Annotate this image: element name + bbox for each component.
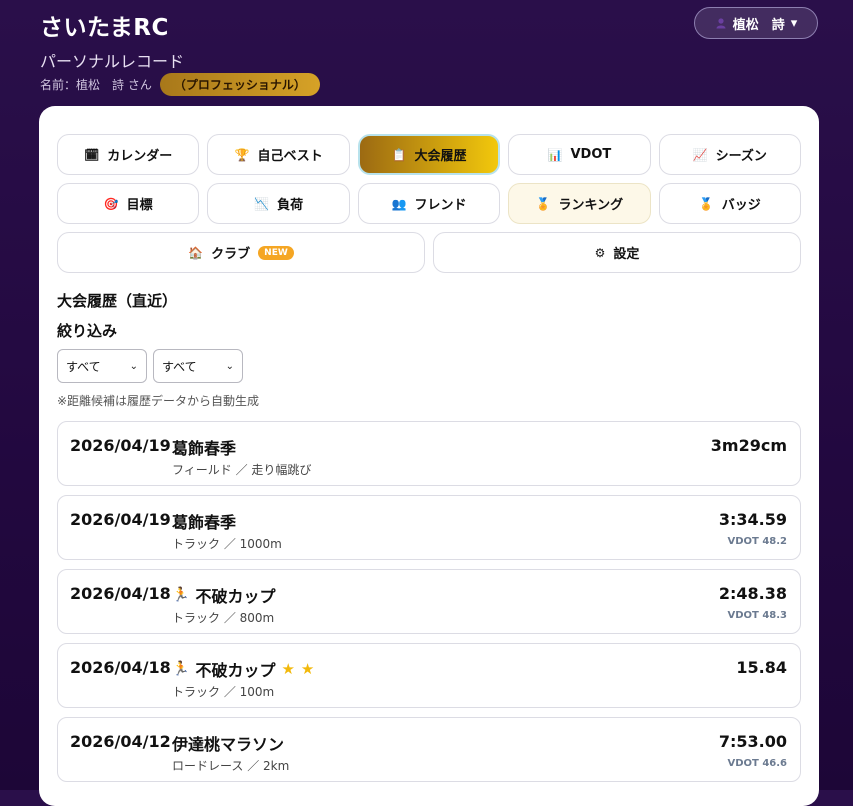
runner-icon: 🏃 <box>172 587 190 603</box>
clipboard-icon: 📋 <box>391 147 407 162</box>
tab-label: ランキング <box>558 198 624 213</box>
tab-settings[interactable]: ⚙ 設定 <box>433 232 801 273</box>
page-subtitle: パーソナルレコード <box>40 52 185 71</box>
tab-label: フレンド <box>414 198 467 213</box>
chevron-down-icon: ⌄ <box>129 360 138 372</box>
tab-5[interactable]: 🎯 目標 <box>57 183 200 224</box>
section-title: 大会履歴（直近） <box>57 292 178 310</box>
race-date: 2026/04/12 <box>70 732 171 751</box>
athlete-name: 名前：植松 詩 さん <box>40 77 152 92</box>
tab-club[interactable]: 🏠 クラブ NEW <box>57 232 425 273</box>
tab-row-2: 🏠 クラブ NEW ⚙ 設定 <box>57 232 801 273</box>
race-row[interactable]: 2026/04/18 🏃 不破カップトラック ／ 800m 2:48.38 VDOT 4… <box>57 569 801 634</box>
main-card: 🗓 カレンダー 🏆 自己ベスト 📋 大会履歴 📊 VDOT 📈 シーズン 🎯 目標 📉 負荷 👥 フレンド 🏅 ラ… <box>39 106 819 806</box>
category-filter-select[interactable]: すべて ⌄ <box>57 349 147 383</box>
race-category: トラック ／ 1000m <box>172 537 282 551</box>
race-name: 🏃 不破カップ <box>172 583 275 607</box>
tab-label: VDOT <box>570 147 612 162</box>
race-date: 2026/04/19 <box>70 436 171 455</box>
race-result: 15.84 <box>736 658 787 677</box>
rank-badge: （プロフェッショナル） <box>159 72 320 96</box>
tab-label: カレンダー <box>107 149 173 164</box>
race-category: フィールド ／ 走り幅跳び <box>172 463 312 477</box>
race-name: 🏃 不破カップ ★ ★ <box>172 657 314 681</box>
new-badge: NEW <box>258 245 294 260</box>
race-result: 2:48.38 <box>718 584 787 603</box>
race-name: 葛飾春季 <box>172 435 236 459</box>
house-icon: 🏠 <box>188 245 204 260</box>
race-vdot: VDOT 46.6 <box>727 758 787 769</box>
user-icon <box>716 18 726 29</box>
trend-down-icon: 📉 <box>254 196 270 211</box>
race-name: 葛飾春季 <box>172 509 236 533</box>
race-name-text: 不破カップ <box>195 587 276 606</box>
tab-6[interactable]: 📉 負荷 <box>207 183 350 224</box>
tab-label: 設定 <box>613 247 640 262</box>
race-result: 3m29cm <box>710 436 787 455</box>
race-date: 2026/04/18 <box>70 584 171 603</box>
race-row[interactable]: 2026/04/19 葛飾春季フィールド ／ 走り幅跳び 3m29cm <box>57 421 801 486</box>
race-vdot: VDOT 48.2 <box>727 536 787 547</box>
user-menu-button[interactable]: 植松 詩 ▾ <box>694 7 818 39</box>
filter-title: 絞り込み <box>57 322 118 340</box>
user-name: 植松 詩 <box>732 17 785 33</box>
race-name-text: 伊達桃マラソン <box>172 735 285 754</box>
tab-2[interactable]: 📋 大会履歴 <box>357 134 501 175</box>
race-category: ロードレース ／ 2km <box>172 759 290 773</box>
race-row[interactable]: 2026/04/12 伊達桃マラソンロードレース ／ 2km 7:53.00 VDOT… <box>57 717 801 782</box>
tab-label: シーズン <box>715 149 767 164</box>
trophy-icon: 🏆 <box>234 147 250 162</box>
trend-up-icon: 📈 <box>692 147 708 162</box>
tab-8[interactable]: 🏅 ランキング <box>508 183 651 224</box>
tab-label: 目標 <box>126 198 153 213</box>
race-row[interactable]: 2026/04/19 葛飾春季トラック ／ 1000m 3:34.59 VDOT 48… <box>57 495 801 560</box>
race-list: 2026/04/19 葛飾春季 フィールド ／ 走り幅跳び 3m29cm 2026/04… <box>57 421 801 782</box>
tab-4[interactable]: 📈 シーズン <box>658 134 801 175</box>
tab-3[interactable]: 📊 VDOT <box>508 134 651 175</box>
tab-label: クラブ <box>211 247 251 262</box>
athlete-info: 名前：植松 詩 さん （プロフェッショナル） <box>40 72 320 96</box>
tab-9[interactable]: 🏅 バッジ <box>658 183 801 224</box>
medal-icon: 🏅 <box>698 196 714 211</box>
tab-label: バッジ <box>721 198 761 213</box>
race-name-text: 不破カップ <box>195 661 276 680</box>
gear-icon: ⚙ <box>594 245 606 260</box>
tab-7[interactable]: 👥 フレンド <box>357 183 501 224</box>
race-date: 2026/04/18 <box>70 658 171 677</box>
tab-1[interactable]: 🏆 自己ベスト <box>207 134 350 175</box>
app-title: さいたまRC <box>40 15 169 41</box>
tab-0[interactable]: 🗓 カレンダー <box>57 134 200 175</box>
filters: すべて ⌄ すべて ⌄ <box>57 349 243 383</box>
star-icon: ★ <box>300 660 315 678</box>
race-date: 2026/04/19 <box>70 510 171 529</box>
race-category: トラック ／ 800m <box>172 611 275 625</box>
calendar-icon: 🗓 <box>84 147 100 162</box>
chevron-down-icon: ⌄ <box>225 360 234 372</box>
bar-chart-icon: 📊 <box>547 147 563 162</box>
tab-label: 大会履歴 <box>414 149 467 164</box>
chevron-down-icon: ▾ <box>790 15 798 31</box>
friends-icon: 👥 <box>391 196 407 211</box>
tab-grid: 🗓 カレンダー 🏆 自己ベスト 📋 大会履歴 📊 VDOT 📈 シーズン 🎯 目標 📉 負荷 👥 フレンド 🏅 ラ… <box>57 134 801 224</box>
category-filter-value: すべて <box>66 359 101 374</box>
distance-filter-value: すべて <box>162 359 197 374</box>
distance-filter-select[interactable]: すべて ⌄ <box>153 349 243 383</box>
race-name-text: 葛飾春季 <box>172 513 237 532</box>
race-name-text: 葛飾春季 <box>172 439 237 458</box>
race-name: 伊達桃マラソン <box>172 731 284 755</box>
runner-icon: 🏃 <box>172 661 190 677</box>
race-row[interactable]: 2026/04/18 🏃 不破カップ ★ ★ トラック ／ 100m 15.84 <box>57 643 801 708</box>
race-result: 7:53.00 <box>718 732 787 751</box>
filter-note: ※距離候補は履歴データから自動生成 <box>57 394 260 408</box>
target-icon: 🎯 <box>103 196 119 211</box>
race-result: 3:34.59 <box>718 510 787 529</box>
tab-label: 負荷 <box>277 198 304 213</box>
race-category: トラック ／ 100m <box>172 685 275 699</box>
tab-label: 自己ベスト <box>257 149 323 164</box>
star-icon: ★ <box>281 660 295 678</box>
race-vdot: VDOT 48.3 <box>727 610 787 621</box>
medal-icon: 🏅 <box>535 196 551 211</box>
